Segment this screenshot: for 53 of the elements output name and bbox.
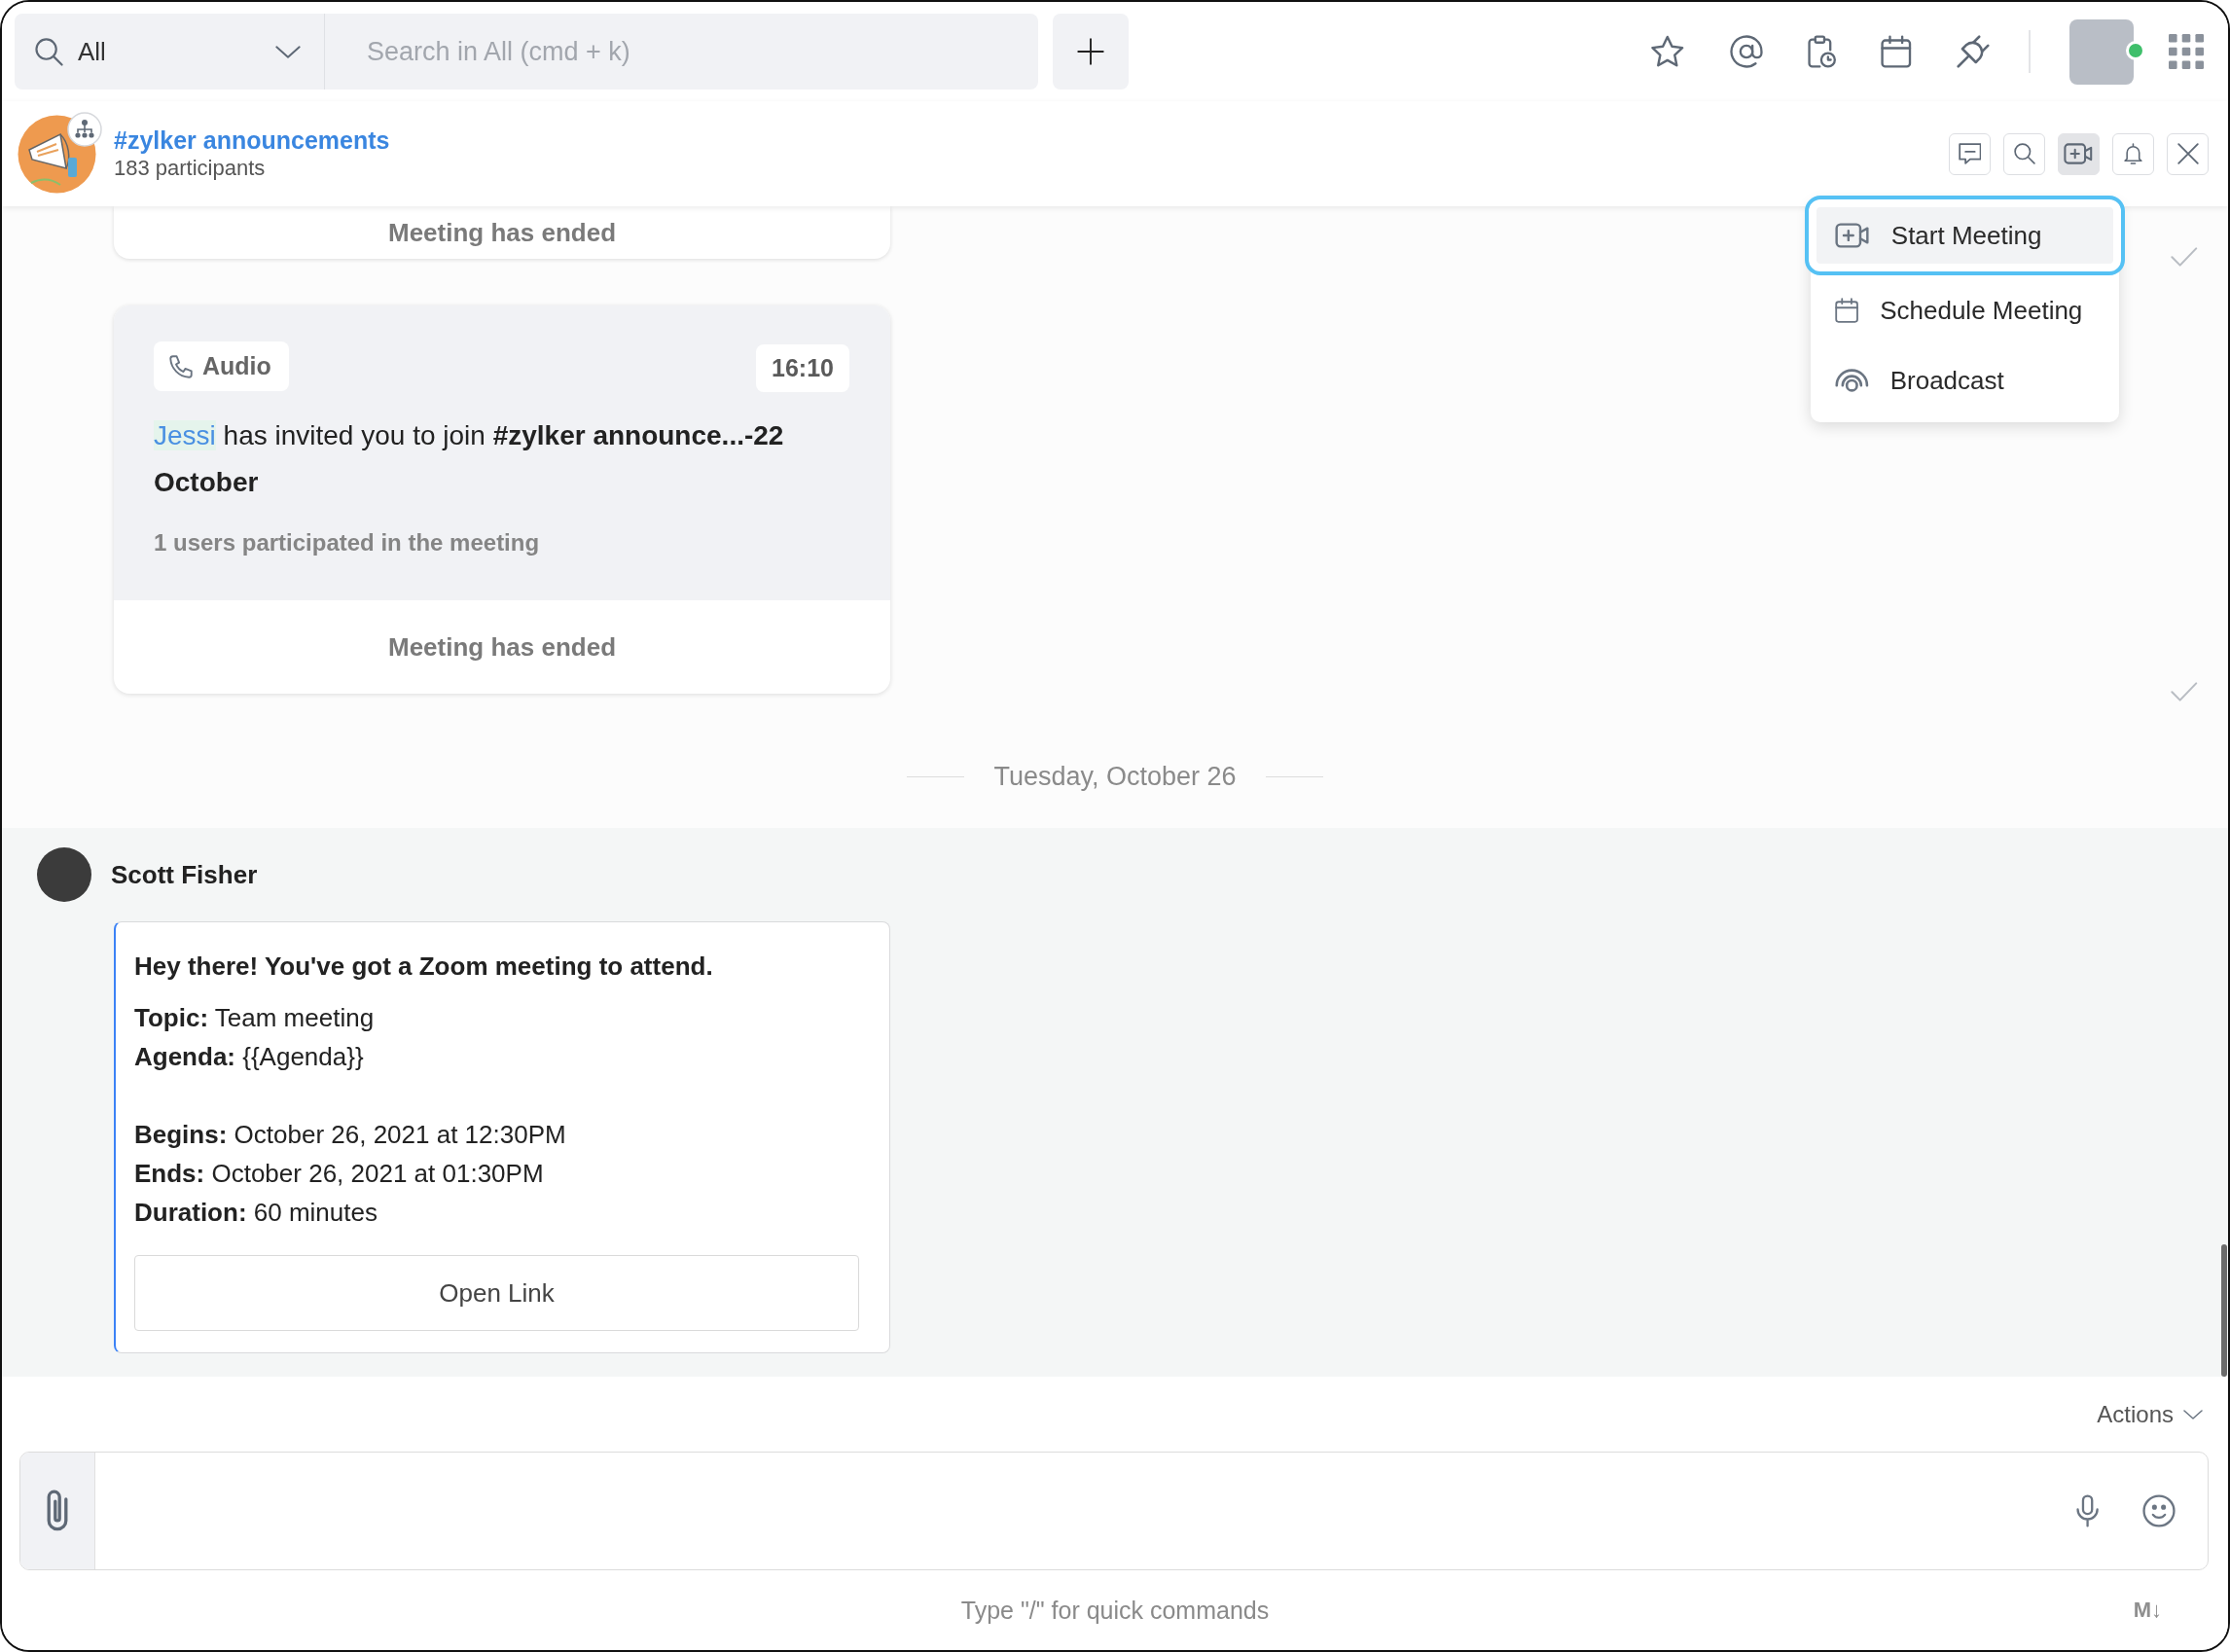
- phone-icon: [169, 354, 193, 378]
- microphone-icon[interactable]: [2075, 1494, 2099, 1527]
- threads-button[interactable]: [1949, 132, 1991, 175]
- chat-icon: [1958, 143, 1982, 164]
- channel-name[interactable]: #zylker announcements: [114, 126, 390, 155]
- detail-line: Agenda: {{Agenda}}: [134, 1041, 365, 1073]
- scrollbar-thumb[interactable]: [2221, 1244, 2227, 1377]
- call-time: 16:10: [756, 344, 849, 392]
- search-button[interactable]: [2003, 132, 2045, 175]
- search-icon: [35, 37, 63, 66]
- meeting-button[interactable]: [2058, 132, 2100, 175]
- paperclip-icon: [47, 1490, 68, 1532]
- attach-button[interactable]: [20, 1453, 95, 1569]
- participation-note: 1 users participated in the meeting: [154, 528, 541, 557]
- participant-count: 183 participants: [114, 155, 267, 182]
- detail-line: Topic: Team meeting: [134, 1002, 376, 1034]
- chevron-icon: [275, 45, 301, 58]
- bell-icon: [2124, 143, 2142, 164]
- video-plus-icon: [1835, 223, 1870, 248]
- menu-item[interactable]: Start Meeting: [1805, 196, 2125, 275]
- detail-line: Ends: October 26, 2021 at 01:30PM: [134, 1158, 545, 1190]
- close-icon: [2176, 143, 2199, 164]
- invite-text: Jessi has invited you to join #zylker announce...-22 October: [154, 419, 785, 499]
- date-label: Tuesday, October 26: [993, 761, 1237, 792]
- avatar-photo: [37, 847, 91, 902]
- star-icon[interactable]: [1650, 35, 1685, 68]
- command-hint: Type "/" for quick commands: [960, 1596, 1270, 1625]
- grid-icon[interactable]: [2169, 34, 2204, 69]
- calendar-icon: [1835, 298, 1859, 323]
- calendar-icon[interactable]: [1881, 35, 1912, 68]
- broadcast-icon: [1835, 368, 1869, 393]
- detail-line: Duration: 60 minutes: [134, 1197, 378, 1229]
- plug-icon[interactable]: [1957, 35, 1990, 68]
- search-field[interactable]: Search in All (cmd + k): [325, 14, 1038, 90]
- clipboard-clock-icon[interactable]: [1808, 35, 1837, 68]
- org-chart-icon: [67, 111, 102, 147]
- search-icon: [2013, 143, 2035, 164]
- call-status: Meeting has ended: [387, 631, 616, 663]
- emoji-icon[interactable]: [2142, 1494, 2176, 1527]
- detail-line: Begins: October 26, 2021 at 12:30PM: [134, 1119, 567, 1151]
- call-type-label: Audio: [202, 352, 271, 380]
- scope-dropdown[interactable]: All: [15, 14, 325, 90]
- actions-dropdown[interactable]: Actions: [2097, 1400, 2203, 1428]
- sender-name: Scott Fisher: [111, 859, 258, 890]
- notifications-button[interactable]: [2112, 132, 2154, 175]
- at-sign-icon[interactable]: [1730, 35, 1763, 68]
- plus-icon: [1077, 38, 1104, 65]
- card-title: Hey there! You've got a Zoom meeting to attend.: [134, 951, 714, 983]
- close-button[interactable]: [2167, 132, 2209, 175]
- chevron-icon: [2183, 1409, 2203, 1419]
- video-plus-icon: [2064, 143, 2094, 164]
- call-status: Meeting has ended: [387, 217, 616, 248]
- open-link-button[interactable]: Open Link: [134, 1255, 859, 1331]
